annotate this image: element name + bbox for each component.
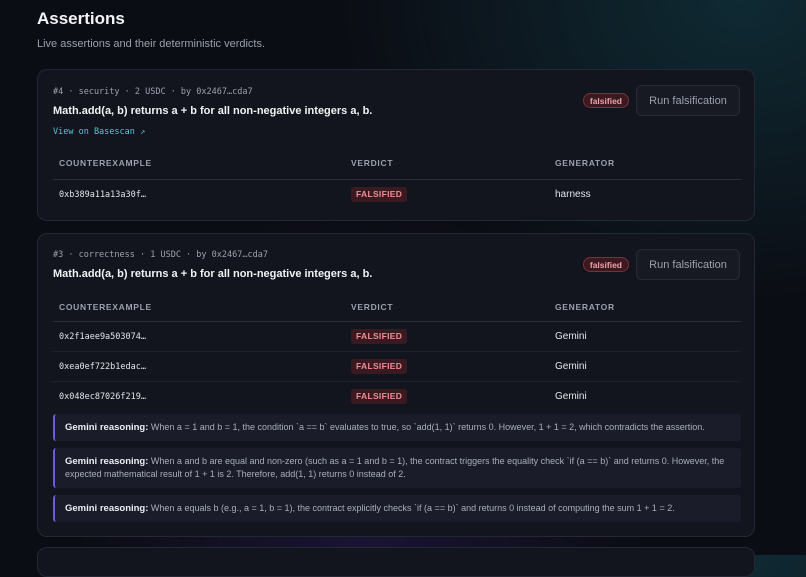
- generator-value: Gemini: [555, 391, 587, 402]
- column-header-verdict: VERDICT: [351, 158, 394, 168]
- run-falsification-button[interactable]: Run falsification: [636, 249, 740, 280]
- generator-value: harness: [555, 189, 591, 200]
- column-header-counterexample: COUNTEREXAMPLE: [59, 302, 152, 312]
- table-row: 0xea0ef722b1edac… FALSIFIED Gemini: [53, 352, 741, 382]
- reasoning-text: When a = 1 and b = 1, the condition `a =…: [150, 422, 705, 432]
- counterexample-value: 0x2f1aee9a503074…: [59, 332, 146, 342]
- reasoning-label: Gemini reasoning:: [65, 422, 149, 433]
- basescan-link[interactable]: View on Basescan ↗: [53, 127, 145, 137]
- column-header-generator: GENERATOR: [555, 302, 615, 312]
- counterexample-table: COUNTEREXAMPLE VERDICT GENERATOR 0x2f1ae…: [53, 296, 741, 411]
- reasoning-label: Gemini reasoning:: [65, 503, 149, 514]
- assertion-claim: Math.add(a, b) returns a + b for all non…: [53, 105, 373, 117]
- table-row: 0xb389a11a13a30f… FALSIFIED harness: [53, 180, 741, 209]
- verdict-badge: FALSIFIED: [351, 329, 408, 344]
- reasoning-label: Gemini reasoning:: [65, 456, 149, 467]
- counterexample-table: COUNTEREXAMPLE VERDICT GENERATOR 0xb389a…: [53, 154, 741, 209]
- status-badge: falsified: [582, 93, 629, 108]
- reasoning-text: When a and b are equal and non-zero (suc…: [65, 456, 725, 479]
- counterexample-value: 0x048ec87026f219…: [59, 392, 146, 402]
- verdict-badge: FALSIFIED: [351, 389, 408, 404]
- table-header: COUNTEREXAMPLE VERDICT GENERATOR: [53, 296, 741, 322]
- generator-value: Gemini: [555, 331, 587, 342]
- gemini-reasoning-block: Gemini reasoning: When a = 1 and b = 1, …: [53, 414, 741, 441]
- page-subtitle: Live assertions and their deterministic …: [37, 38, 266, 50]
- column-header-counterexample: COUNTEREXAMPLE: [59, 158, 152, 168]
- assertion-card-3: #3 · correctness · 1 USDC · by 0x2467…cd…: [37, 233, 755, 537]
- assertion-claim: Math.add(a, b) returns a + b for all non…: [53, 268, 373, 280]
- assertion-card-4: #4 · security · 2 USDC · by 0x2467…cda7 …: [37, 69, 755, 221]
- run-falsification-button[interactable]: Run falsification: [636, 85, 740, 116]
- gemini-reasoning-block: Gemini reasoning: When a and b are equal…: [53, 448, 741, 488]
- counterexample-value: 0xb389a11a13a30f…: [59, 190, 146, 200]
- assertion-meta: #4 · security · 2 USDC · by 0x2467…cda7: [53, 87, 253, 97]
- table-row: 0x048ec87026f219… FALSIFIED Gemini: [53, 382, 741, 411]
- table-row: 0x2f1aee9a503074… FALSIFIED Gemini: [53, 322, 741, 352]
- verdict-badge: FALSIFIED: [351, 359, 408, 374]
- status-badge: falsified: [582, 257, 629, 272]
- generator-value: Gemini: [555, 361, 587, 372]
- column-header-generator: GENERATOR: [555, 158, 615, 168]
- verdict-badge: FALSIFIED: [351, 187, 408, 202]
- assertion-meta: #3 · correctness · 1 USDC · by 0x2467…cd…: [53, 250, 268, 260]
- reasoning-text: When a equals b (e.g., a = 1, b = 1), th…: [150, 503, 675, 513]
- table-header: COUNTEREXAMPLE VERDICT GENERATOR: [53, 154, 741, 180]
- assertion-card-next: [37, 547, 755, 577]
- gemini-reasoning-block: Gemini reasoning: When a equals b (e.g.,…: [53, 495, 741, 522]
- counterexample-value: 0xea0ef722b1edac…: [59, 362, 146, 372]
- page-title: Assertions: [37, 9, 125, 28]
- column-header-verdict: VERDICT: [351, 302, 394, 312]
